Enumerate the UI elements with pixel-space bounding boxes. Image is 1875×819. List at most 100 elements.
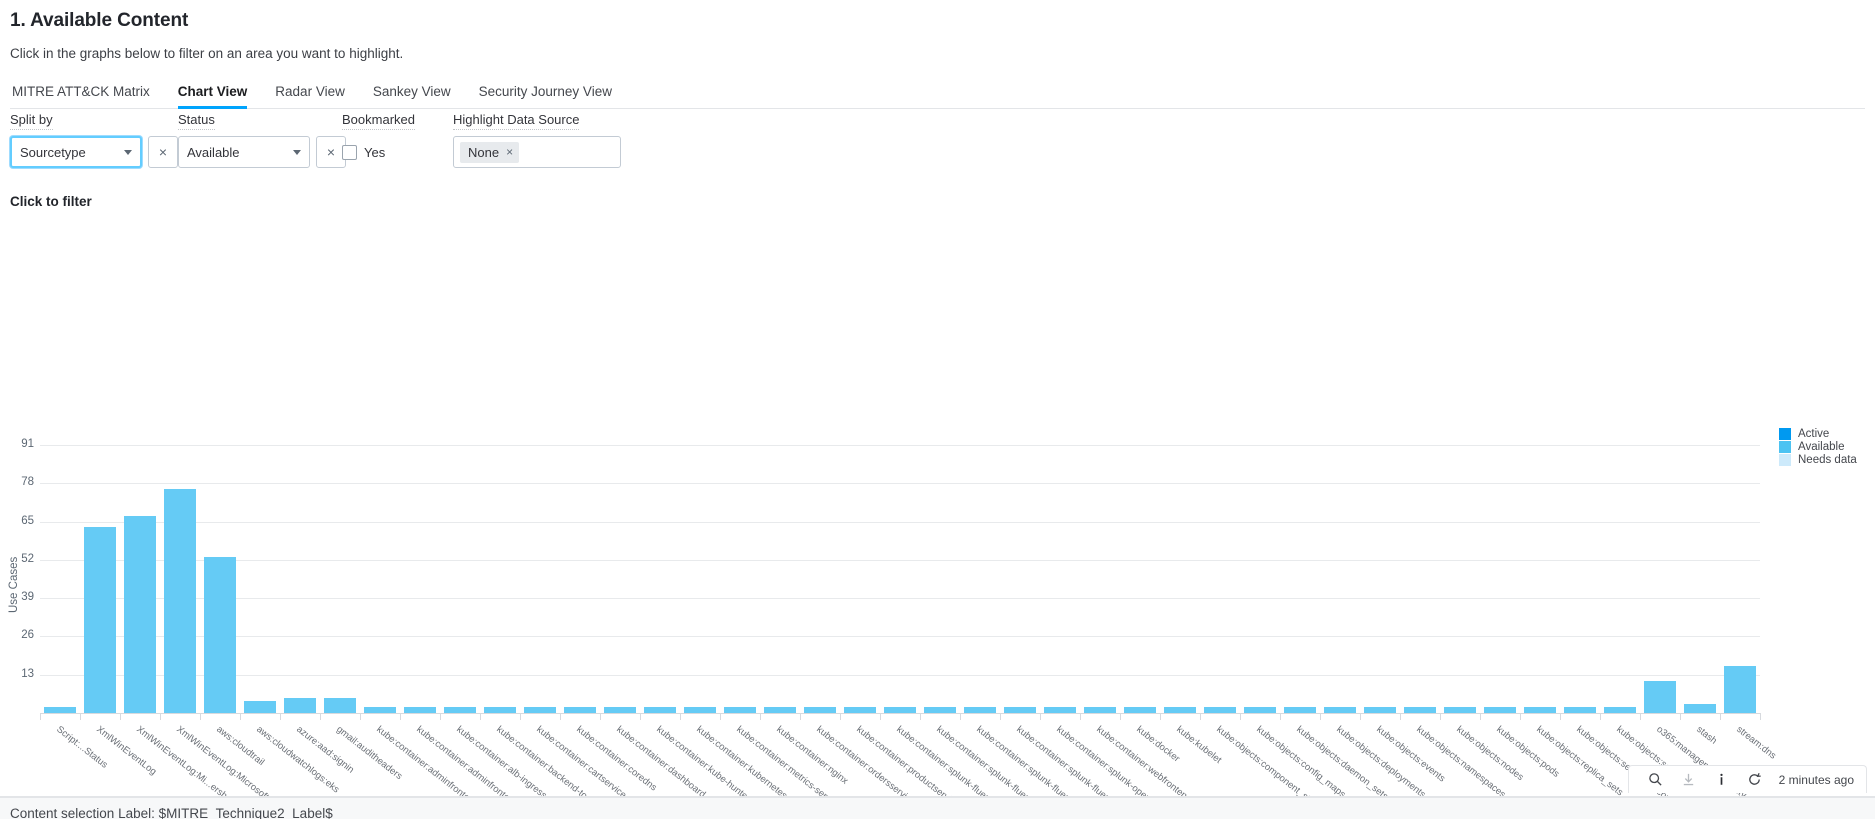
bar-slot	[1120, 445, 1160, 713]
x-axis-tickmark	[1080, 713, 1081, 720]
bar[interactable]	[364, 707, 395, 713]
bar[interactable]	[244, 701, 275, 713]
close-icon[interactable]: ×	[506, 145, 513, 159]
bar[interactable]	[1484, 707, 1515, 713]
status-select[interactable]: Available	[178, 136, 310, 168]
bar[interactable]	[1644, 681, 1675, 713]
bar[interactable]	[1724, 666, 1755, 713]
bar[interactable]	[1364, 707, 1395, 713]
bar[interactable]	[644, 707, 675, 713]
bookmarked-checkbox[interactable]	[342, 145, 357, 160]
bar[interactable]	[1124, 707, 1155, 713]
y-axis-tick-label: 91	[0, 438, 34, 450]
bar-chart: Use Cases 13263952657891 Script:...Statu…	[0, 215, 1875, 685]
bar-slot	[1400, 445, 1440, 713]
bar[interactable]	[204, 557, 235, 713]
bar[interactable]	[524, 707, 555, 713]
bar-slot	[920, 445, 960, 713]
bar-slot	[1680, 445, 1720, 713]
bar[interactable]	[324, 698, 355, 713]
x-axis-label: stash	[1694, 724, 1719, 747]
bar[interactable]	[1284, 707, 1315, 713]
bar-slot	[1160, 445, 1200, 713]
x-axis-tickmark	[1160, 713, 1161, 720]
bar[interactable]	[1524, 707, 1555, 713]
bar[interactable]	[1564, 707, 1595, 713]
bar[interactable]	[804, 707, 835, 713]
bar[interactable]	[404, 707, 435, 713]
bar[interactable]	[1684, 704, 1715, 713]
bar[interactable]	[884, 707, 915, 713]
bar[interactable]	[1404, 707, 1435, 713]
x-axis-tickmark	[80, 713, 81, 720]
tab-security-journey-view[interactable]: Security Journey View	[465, 84, 626, 109]
x-axis-tickmark	[1720, 713, 1721, 720]
filter-split-by: Split by Sourcetype ×	[10, 111, 178, 168]
chart-heading: Click to filter	[10, 194, 92, 209]
legend-item[interactable]: Active	[1779, 428, 1857, 440]
bar[interactable]	[684, 707, 715, 713]
legend-item[interactable]: Available	[1779, 441, 1857, 453]
status-value: Available	[187, 145, 240, 160]
highlight-data-source-token[interactable]: None ×	[460, 142, 519, 163]
highlight-data-source-input[interactable]: None ×	[453, 136, 621, 168]
bar-slot	[1520, 445, 1560, 713]
bar[interactable]	[924, 707, 955, 713]
bar[interactable]	[164, 489, 195, 713]
bar[interactable]	[444, 707, 475, 713]
bar-slot	[1560, 445, 1600, 713]
x-axis-tickmark	[400, 713, 401, 720]
bar[interactable]	[724, 707, 755, 713]
tab-sankey-view[interactable]: Sankey View	[359, 84, 465, 109]
bar-slot	[400, 445, 440, 713]
available-content-page: 1. Available Content Click in the graphs…	[0, 0, 1875, 819]
x-axis-label: kube:objects:events	[1374, 724, 1447, 784]
bar[interactable]	[124, 516, 155, 713]
tab-chart-view[interactable]: Chart View	[164, 84, 262, 109]
tab-radar-view[interactable]: Radar View	[261, 84, 359, 109]
bar[interactable]	[44, 707, 75, 713]
bar[interactable]	[1084, 707, 1115, 713]
search-icon[interactable]	[1648, 772, 1663, 787]
bar[interactable]	[564, 707, 595, 713]
bar[interactable]	[764, 707, 795, 713]
x-axis-tickmark	[640, 713, 641, 720]
refresh-icon[interactable]	[1747, 772, 1762, 787]
tab-mitre-att-ck-matrix[interactable]: MITRE ATT&CK Matrix	[10, 84, 164, 109]
bar-slot	[1000, 445, 1040, 713]
x-axis-tickmark	[520, 713, 521, 720]
bar[interactable]	[844, 707, 875, 713]
x-axis-tickmark	[200, 713, 201, 720]
legend-item[interactable]: Needs data	[1779, 454, 1857, 466]
bar[interactable]	[1324, 707, 1355, 713]
split-by-clear-button[interactable]: ×	[148, 136, 178, 168]
info-icon[interactable]	[1714, 772, 1729, 787]
bar[interactable]	[1164, 707, 1195, 713]
bar[interactable]	[1604, 707, 1635, 713]
bar[interactable]	[1204, 707, 1235, 713]
split-by-label: Split by	[10, 112, 53, 130]
bar[interactable]	[964, 707, 995, 713]
bar[interactable]	[1244, 707, 1275, 713]
bar[interactable]	[84, 527, 115, 713]
x-axis-tickmark	[240, 713, 241, 720]
bar-slot	[360, 445, 400, 713]
x-axis-tickmark	[1560, 713, 1561, 720]
bar[interactable]	[1044, 707, 1075, 713]
bar[interactable]	[484, 707, 515, 713]
chevron-down-icon	[293, 150, 301, 155]
bar[interactable]	[1444, 707, 1475, 713]
bar[interactable]	[284, 698, 315, 713]
split-by-select[interactable]: Sourcetype	[10, 136, 142, 168]
bar-slot	[320, 445, 360, 713]
bar[interactable]	[1004, 707, 1035, 713]
bar-slot	[1600, 445, 1640, 713]
bar-slot	[1720, 445, 1760, 713]
bar-slot	[1080, 445, 1120, 713]
bar[interactable]	[604, 707, 635, 713]
download-icon[interactable]	[1681, 772, 1696, 787]
bar-slot	[1200, 445, 1240, 713]
x-axis-tickmark	[840, 713, 841, 720]
x-axis-tickmark	[1680, 713, 1681, 720]
x-axis-tickmark	[1120, 713, 1121, 720]
